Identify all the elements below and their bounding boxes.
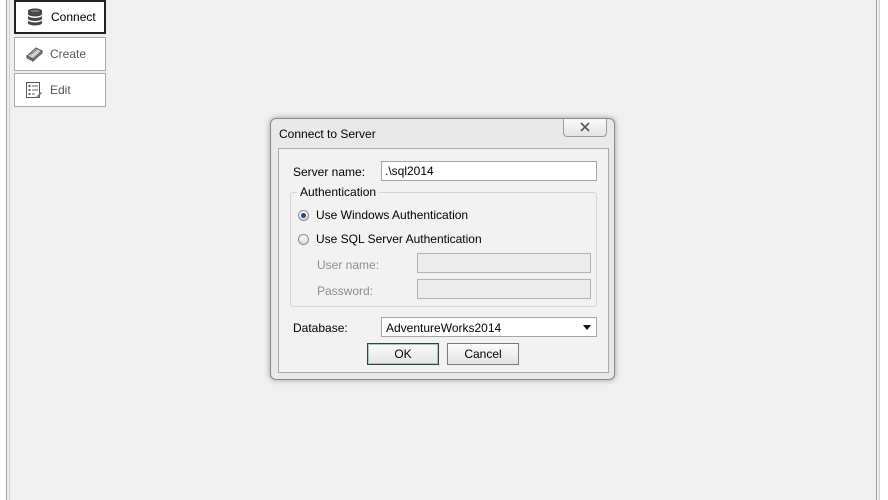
connect-to-server-dialog: Connect to Server Server name: .\sql2014… bbox=[270, 118, 615, 380]
windows-auth-radio[interactable] bbox=[298, 210, 309, 221]
close-icon bbox=[580, 121, 590, 135]
edit-list-icon bbox=[24, 80, 44, 100]
authentication-group: Authentication Use Windows Authenticatio… bbox=[290, 185, 597, 307]
create-button[interactable]: Create bbox=[14, 37, 106, 71]
password-label: Password: bbox=[317, 284, 374, 298]
book-icon bbox=[24, 44, 44, 64]
database-select[interactable]: AdventureWorks2014 bbox=[381, 317, 597, 337]
authentication-legend: Authentication bbox=[297, 185, 380, 199]
database-select-value: AdventureWorks2014 bbox=[386, 321, 502, 335]
dialog-body: Server name: .\sql2014 Authentication Us… bbox=[278, 148, 609, 373]
username-label: User name: bbox=[317, 258, 380, 272]
chevron-down-icon[interactable] bbox=[583, 325, 591, 330]
database-label: Database: bbox=[293, 321, 348, 335]
dialog-title: Connect to Server bbox=[279, 127, 376, 141]
cancel-button[interactable]: Cancel bbox=[447, 343, 519, 365]
window-margin-right bbox=[880, 0, 888, 500]
edit-button[interactable]: Edit bbox=[14, 73, 106, 107]
server-name-label: Server name: bbox=[293, 165, 366, 179]
close-button[interactable] bbox=[563, 119, 607, 137]
window-border-left bbox=[6, 0, 7, 500]
edit-button-label: Edit bbox=[50, 83, 71, 97]
connect-button[interactable]: Connect bbox=[14, 0, 106, 34]
password-input[interactable] bbox=[417, 279, 591, 299]
sql-auth-label[interactable]: Use SQL Server Authentication bbox=[316, 232, 482, 246]
window-border-left-inner bbox=[9, 0, 10, 500]
server-name-input[interactable]: .\sql2014 bbox=[381, 161, 597, 181]
create-button-label: Create bbox=[50, 47, 87, 61]
windows-auth-label[interactable]: Use Windows Authentication bbox=[316, 208, 468, 222]
sql-auth-radio[interactable] bbox=[298, 234, 309, 245]
database-icon bbox=[25, 7, 45, 27]
connect-button-label: Connect bbox=[51, 10, 96, 24]
ok-button[interactable]: OK bbox=[367, 343, 439, 365]
username-input[interactable] bbox=[417, 253, 591, 273]
window-border-right bbox=[876, 0, 877, 500]
app-window: Connect Create Edit Connect to Server Se… bbox=[0, 0, 888, 500]
